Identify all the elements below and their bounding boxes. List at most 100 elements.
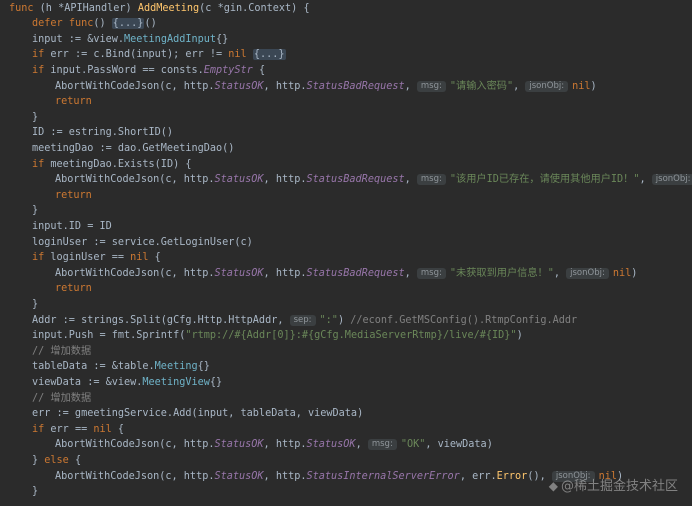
code-token: ,	[404, 174, 417, 186]
code-token: StatusOK	[214, 174, 264, 186]
code-token: loginUser ==	[50, 252, 131, 264]
code-line[interactable]: return	[0, 94, 692, 110]
code-line[interactable]: ID := estring.ShortID()	[0, 125, 692, 141]
code-line[interactable]: err := gmeetingService.Add(input, tableD…	[0, 406, 692, 422]
code-token: ID := estring.ShortID()	[32, 127, 174, 139]
code-token: )	[337, 314, 351, 326]
code-token: AbortWithCodeJson(c, http.	[55, 470, 215, 482]
code-line[interactable]: return	[0, 188, 692, 204]
code-token: meetingDao := dao.GetMeetingDao()	[32, 142, 235, 154]
code-token: }	[32, 298, 39, 310]
code-line[interactable]: Addr := strings.Split(gCfg.Http.HttpAddr…	[0, 313, 692, 329]
string-literal: "OK"	[400, 439, 426, 451]
code-token: err ==	[50, 423, 94, 435]
code-token: ,	[553, 267, 567, 279]
code-line[interactable]: }	[0, 110, 692, 126]
code-line[interactable]: AbortWithCodeJson(c, http.StatusOK, http…	[0, 266, 692, 282]
code-line[interactable]: input := &view.MeetingAddInput{}	[0, 32, 692, 48]
code-comment: // 增加数据	[32, 345, 92, 357]
code-token: , http.	[263, 439, 307, 451]
code-token: {}	[197, 361, 210, 373]
code-token: StatusBadRequest	[306, 174, 405, 186]
code-token: return	[55, 283, 92, 295]
parameter-hint: jsonObj:	[566, 267, 609, 279]
code-token: viewData := &view.	[32, 376, 143, 388]
code-line[interactable]: // 增加数据	[0, 391, 692, 407]
code-line[interactable]: loginUser := service.GetLoginUser(c)	[0, 235, 692, 251]
code-token: , http.	[263, 267, 307, 279]
code-line[interactable]: if loginUser == nil {	[0, 250, 692, 266]
code-token: *APIHandler	[58, 2, 126, 14]
code-line[interactable]: if input.PassWord == consts.EmptyStr {	[0, 63, 692, 79]
parameter-hint: msg:	[416, 267, 446, 279]
code-line[interactable]: }	[0, 203, 692, 219]
code-token: }	[32, 111, 39, 123]
code-token: {}	[209, 376, 223, 388]
code-token: err := gmeetingService.Add(input, tableD…	[32, 408, 364, 420]
code-line[interactable]: if err == nil {	[0, 422, 692, 438]
code-token: }	[32, 205, 39, 217]
parameter-hint: jsonObj:	[525, 80, 569, 92]
code-token: StatusOK	[306, 439, 356, 451]
code-line[interactable]: // 增加数据	[0, 344, 692, 360]
code-token: StatusBadRequest	[306, 80, 405, 92]
code-token: )	[516, 330, 523, 342]
code-token: )	[631, 267, 638, 279]
code-token: nil	[572, 80, 591, 92]
code-token: meetingDao.Exists(ID) {	[50, 158, 192, 170]
code-line[interactable]: defer func() {...}()	[0, 16, 692, 32]
code-token: input.ID = ID	[32, 220, 112, 232]
code-line[interactable]: input.ID = ID	[0, 219, 692, 235]
code-token: {	[148, 252, 161, 264]
parameter-hint: jsonObj:	[651, 174, 692, 186]
string-literal: "rtmp://#{Addr[0]}:#{gCfg.MediaServerRtm…	[185, 330, 517, 342]
code-line[interactable]: func (h *APIHandler) AddMeeting(c *gin.C…	[0, 1, 692, 17]
code-line[interactable]: AbortWithCodeJson(c, http.StatusOK, http…	[0, 79, 692, 95]
code-token: ,	[513, 80, 526, 92]
code-line[interactable]: AbortWithCodeJson(c, http.StatusOK, http…	[0, 172, 692, 188]
watermark-text: @稀土掘金技术社区	[560, 479, 678, 494]
code-token: AbortWithCodeJson(c, http.	[55, 439, 215, 451]
folded-code-block[interactable]: {...}	[252, 49, 286, 61]
code-token: nil	[130, 252, 149, 264]
code-line[interactable]: meetingDao := dao.GetMeetingDao()	[0, 141, 692, 157]
parameter-hint: msg:	[416, 174, 446, 186]
code-token: if	[32, 158, 51, 170]
code-line[interactable]: input.Push = fmt.Sprintf("rtmp://#{Addr[…	[0, 328, 692, 344]
code-token: func	[68, 18, 94, 30]
code-token: StatusBadRequest	[306, 267, 405, 279]
code-token: defer	[32, 18, 69, 30]
code-token: AbortWithCodeJson(c, http.	[55, 267, 215, 279]
code-line[interactable]: if err := c.Bind(input); err != nil {...…	[0, 47, 692, 63]
code-line[interactable]: viewData := &view.MeetingView{}	[0, 375, 692, 391]
code-editor[interactable]: func (h *APIHandler) AddMeeting(c *gin.C…	[0, 0, 692, 506]
code-token: MeetingAddInput	[124, 33, 217, 45]
code-token: else	[44, 454, 69, 466]
code-token: nil	[228, 49, 253, 61]
code-line[interactable]: if meetingDao.Exists(ID) {	[0, 157, 692, 173]
code-token: {	[252, 64, 266, 76]
code-token: (c *gin.Context) {	[199, 2, 310, 14]
juejin-logo-icon: ◆	[548, 479, 558, 493]
code-token: StatusInternalServerError	[306, 470, 460, 482]
code-token: Addr := strings.Split(gCfg.Http.HttpAddr…	[32, 314, 290, 326]
string-literal: "请输入密码"	[449, 80, 514, 92]
folded-code-block[interactable]: {...}	[111, 18, 145, 30]
code-line[interactable]: return	[0, 281, 692, 297]
string-literal: ":"	[319, 314, 338, 326]
watermark: ◆ @稀土掘金技术社区	[549, 475, 678, 494]
code-token: StatusOK	[214, 80, 264, 92]
code-line[interactable]: AbortWithCodeJson(c, http. StatusOK, http…	[0, 437, 692, 453]
code-token: )	[590, 80, 597, 92]
code-token: AbortWithCodeJson(c, http.	[55, 80, 215, 92]
code-token: , viewData)	[425, 439, 493, 451]
code-token: ,	[639, 174, 652, 186]
code-line[interactable]: tableData := &table.Meeting{}	[0, 359, 692, 375]
code-line[interactable]: }	[0, 297, 692, 313]
code-token: tableData := &table.	[32, 361, 155, 373]
code-token: {	[68, 454, 82, 466]
code-token: ,	[404, 267, 417, 279]
code-line[interactable]: } else {	[0, 453, 692, 469]
parameter-hint: msg:	[367, 439, 397, 451]
code-token: AddMeeting	[137, 2, 200, 14]
